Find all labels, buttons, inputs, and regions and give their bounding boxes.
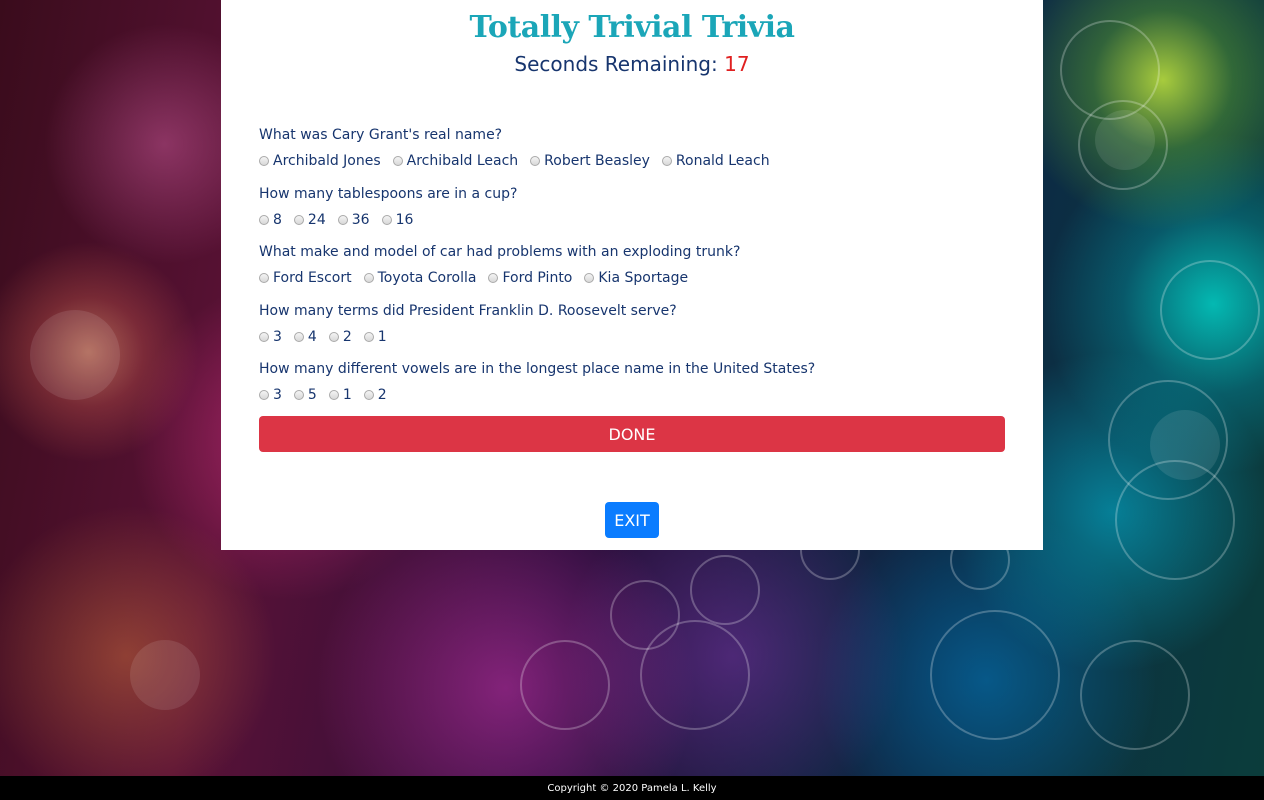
answer-label: Archibald Leach <box>406 153 519 169</box>
question-text: How many terms did President Franklin D.… <box>259 302 677 319</box>
radio-button[interactable] <box>337 214 348 225</box>
radio-button[interactable] <box>259 390 269 400</box>
answer-label: 5 <box>307 387 317 403</box>
radio-button[interactable] <box>259 273 269 283</box>
answer-option[interactable]: 1 <box>363 328 387 345</box>
answer-options: 3 4 2 1 <box>259 327 1005 347</box>
answer-option[interactable]: 16 <box>381 211 414 228</box>
answer-label: 2 <box>377 387 387 403</box>
answer-options: Archibald Jones Archibald Leach Robert B… <box>259 151 1005 171</box>
radio-button[interactable] <box>661 156 672 166</box>
answer-option[interactable]: 5 <box>293 387 317 403</box>
answer-option[interactable]: 1 <box>328 387 352 403</box>
answer-label: 36 <box>351 211 370 228</box>
done-button[interactable]: DONE <box>259 416 1005 452</box>
radio-button[interactable] <box>293 214 304 225</box>
copyright-text: Copyright © 2020 Pamela L. Kelly <box>547 782 717 794</box>
question-4: How many terms did President Franklin D.… <box>259 301 1005 360</box>
radio-button[interactable] <box>259 214 269 225</box>
exit-button[interactable]: EXIT <box>605 502 659 538</box>
trivia-card: Totally Trivial Trivia Seconds Remaining… <box>221 0 1043 550</box>
answer-label: 2 <box>342 328 352 345</box>
question-text: What make and model of car had problems … <box>259 244 741 260</box>
answer-options: 8 24 36 16 <box>259 210 1005 230</box>
radio-button[interactable] <box>381 214 392 225</box>
answer-options: 3 5 1 2 <box>259 385 1005 405</box>
answer-option[interactable]: 3 <box>259 329 282 345</box>
answer-label: Kia Sportage <box>598 270 689 286</box>
answer-option[interactable]: Archibald Leach <box>392 153 519 169</box>
answer-option[interactable]: 2 <box>363 387 387 403</box>
page-title: Totally Trivial Trivia <box>469 10 795 45</box>
radio-button[interactable] <box>328 390 339 400</box>
answer-option[interactable]: 36 <box>337 211 370 228</box>
answer-option[interactable]: 24 <box>293 211 326 228</box>
answer-option[interactable]: Ford Escort <box>259 270 352 286</box>
question-text: How many tablespoons are in a cup? <box>259 185 518 202</box>
answer-label: 1 <box>377 328 387 345</box>
answer-options: Ford Escort Toyota Corolla Ford Pinto Ki… <box>259 268 1005 288</box>
answer-label: 24 <box>307 211 326 228</box>
timer-value: 17 <box>724 52 750 76</box>
timer: Seconds Remaining: 17 <box>221 52 1043 76</box>
radio-button[interactable] <box>363 331 374 342</box>
radio-button[interactable] <box>293 390 304 400</box>
answer-label: 3 <box>273 328 282 345</box>
radio-button[interactable] <box>363 390 374 400</box>
answer-label: 8 <box>273 211 282 228</box>
timer-label: Seconds Remaining: <box>514 52 718 76</box>
radio-button[interactable] <box>392 156 403 166</box>
answer-option[interactable]: Robert Beasley <box>530 153 650 169</box>
answer-option[interactable]: Archibald Jones <box>259 153 381 169</box>
answer-option[interactable]: 4 <box>293 328 317 345</box>
radio-button[interactable] <box>328 331 339 342</box>
answer-option[interactable]: Ford Pinto <box>488 270 572 286</box>
question-2: How many tablespoons are in a cup? 8 24 … <box>259 184 1005 243</box>
answer-option[interactable]: 2 <box>328 328 352 345</box>
footer: Copyright © 2020 Pamela L. Kelly <box>0 776 1264 800</box>
radio-button[interactable] <box>488 273 499 283</box>
radio-button[interactable] <box>530 156 541 166</box>
answer-label: 16 <box>395 211 414 228</box>
answer-label: 3 <box>273 387 282 403</box>
radio-button[interactable] <box>293 331 304 342</box>
answer-label: Toyota Corolla <box>377 270 477 286</box>
answer-option[interactable]: Ronald Leach <box>661 153 770 169</box>
answer-option[interactable]: 8 <box>259 212 282 228</box>
answer-label: Ford Escort <box>273 270 352 286</box>
answer-option[interactable]: Kia Sportage <box>584 270 688 286</box>
question-list: What was Cary Grant's real name? Archiba… <box>259 125 1005 418</box>
radio-button[interactable] <box>259 156 269 166</box>
question-text: What was Cary Grant's real name? <box>259 127 503 143</box>
radio-button[interactable] <box>259 331 269 342</box>
answer-label: Ford Pinto <box>502 270 573 286</box>
question-1: What was Cary Grant's real name? Archiba… <box>259 125 1005 184</box>
radio-button[interactable] <box>363 273 374 283</box>
answer-label: Archibald Jones <box>273 153 381 169</box>
radio-button[interactable] <box>584 273 595 283</box>
question-3: What make and model of car had problems … <box>259 242 1005 301</box>
answer-label: 4 <box>307 328 317 345</box>
answer-option[interactable]: Toyota Corolla <box>363 270 477 286</box>
question-5: How many different vowels are in the lon… <box>259 359 1005 418</box>
question-text: How many different vowels are in the lon… <box>259 361 816 377</box>
answer-label: 1 <box>342 387 352 403</box>
answer-label: Ronald Leach <box>675 153 770 169</box>
answer-option[interactable]: 3 <box>259 387 282 403</box>
answer-label: Robert Beasley <box>544 153 650 169</box>
